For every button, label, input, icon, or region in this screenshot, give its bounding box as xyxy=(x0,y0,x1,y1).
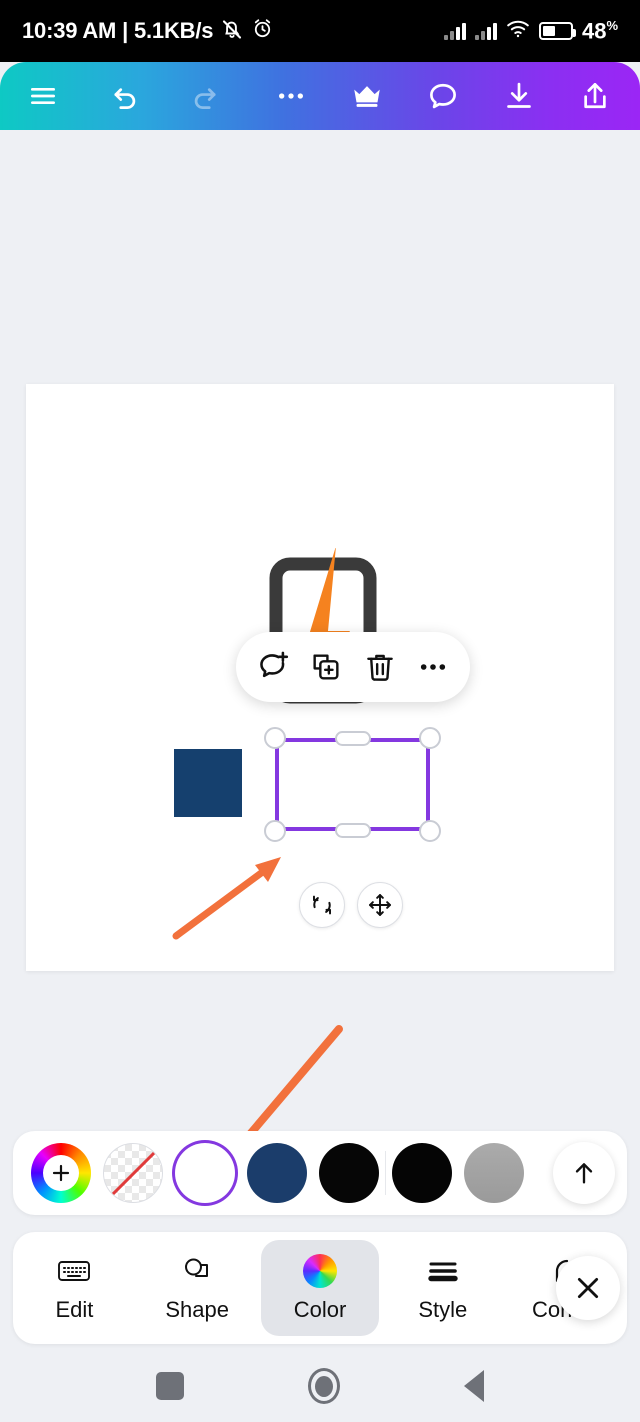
add-color-plus xyxy=(43,1155,79,1191)
swatch-gray-wrap xyxy=(458,1131,530,1215)
duplicate-icon[interactable] xyxy=(303,644,349,690)
comment-bubble-icon[interactable] xyxy=(414,67,472,125)
status-bar-right: 48% xyxy=(443,17,618,44)
resize-handle-top-middle[interactable] xyxy=(334,731,371,746)
more-horizontal-icon[interactable] xyxy=(262,67,320,125)
swatch-black-2[interactable] xyxy=(392,1143,452,1203)
tab-style[interactable]: Style xyxy=(383,1240,502,1336)
swatch-transparent-wrap xyxy=(97,1131,169,1215)
undo-icon[interactable] xyxy=(96,67,154,125)
more-horizontal-icon[interactable] xyxy=(410,644,456,690)
home-circle-icon[interactable] xyxy=(308,1368,340,1404)
color-wheel-icon xyxy=(302,1253,337,1288)
swatch-color-picker-wrap xyxy=(25,1131,97,1215)
resize-handle-bottom-right[interactable] xyxy=(419,820,441,842)
tab-label-color: Color xyxy=(293,1296,347,1322)
app-toolbar xyxy=(0,62,640,130)
tab-edit[interactable]: Edit xyxy=(15,1240,134,1336)
no-color-slash-icon xyxy=(108,1149,158,1199)
editor-tab-bar: Edit Shape Color Style xyxy=(13,1232,627,1344)
swatch-white[interactable] xyxy=(175,1143,235,1203)
swatch-navy-wrap xyxy=(241,1131,313,1215)
add-comment-icon[interactable] xyxy=(250,644,296,690)
signal-bars-icon-1 xyxy=(443,22,466,40)
arrow-up-icon[interactable] xyxy=(553,1142,615,1204)
shape-icon xyxy=(181,1254,213,1288)
signal-bars-icon-2 xyxy=(474,22,497,40)
phone-screen: 10:39 AM | 5.1KB/s 48% Edit Shape Color … xyxy=(0,0,640,1422)
android-nav-bar xyxy=(0,1350,640,1422)
status-time-and-speed: 10:39 AM | 5.1KB/s xyxy=(22,18,214,43)
battery-icon xyxy=(538,21,576,40)
selection-frame[interactable] xyxy=(264,727,441,842)
wifi-icon xyxy=(506,19,530,43)
crown-icon[interactable] xyxy=(338,67,396,125)
swatch-black[interactable] xyxy=(319,1143,379,1203)
move-arrows-icon[interactable] xyxy=(357,882,403,928)
hamburger-menu-icon[interactable] xyxy=(14,67,72,125)
resize-handle-bottom-middle[interactable] xyxy=(334,823,371,838)
back-triangle-icon[interactable] xyxy=(464,1370,484,1402)
alarm-clock-icon xyxy=(251,17,274,45)
style-lines-icon xyxy=(427,1254,459,1288)
bell-muted-icon xyxy=(220,17,244,46)
rotate-icon[interactable] xyxy=(299,882,345,928)
download-icon[interactable] xyxy=(490,67,548,125)
share-icon[interactable] xyxy=(566,67,624,125)
swatch-white-wrap xyxy=(169,1131,241,1215)
tab-label-edit: Edit xyxy=(55,1296,94,1322)
close-x-icon[interactable] xyxy=(556,1256,620,1320)
keyboard-icon xyxy=(57,1254,91,1288)
swatch-black-wrap xyxy=(313,1131,385,1215)
tab-shape[interactable]: Shape xyxy=(138,1240,257,1336)
object-context-toolbar xyxy=(236,632,470,702)
battery-percent: 48% xyxy=(581,17,618,44)
swatch-navy[interactable] xyxy=(247,1143,307,1203)
navy-square-shape[interactable] xyxy=(174,749,242,817)
tab-label-shape: Shape xyxy=(165,1296,229,1322)
swatch-gray[interactable] xyxy=(464,1143,524,1203)
color-palette-bar xyxy=(13,1131,627,1215)
resize-handle-top-left[interactable] xyxy=(264,727,286,749)
tab-color[interactable]: Color xyxy=(260,1240,380,1336)
status-bar: 10:39 AM | 5.1KB/s 48% xyxy=(0,0,640,62)
selection-edge-left xyxy=(275,738,279,831)
swatch-transparent[interactable] xyxy=(103,1143,163,1203)
swatch-black-2-wrap xyxy=(386,1131,458,1215)
recents-square-icon[interactable] xyxy=(156,1372,184,1400)
redo-icon[interactable] xyxy=(176,67,234,125)
color-wheel-plus-icon[interactable] xyxy=(31,1143,91,1203)
resize-handle-top-right[interactable] xyxy=(419,727,441,749)
resize-handle-bottom-left[interactable] xyxy=(264,820,286,842)
selection-edge-right xyxy=(426,738,430,831)
tab-label-style: Style xyxy=(418,1296,468,1322)
trash-icon[interactable] xyxy=(357,644,403,690)
status-bar-left: 10:39 AM | 5.1KB/s xyxy=(22,17,274,46)
